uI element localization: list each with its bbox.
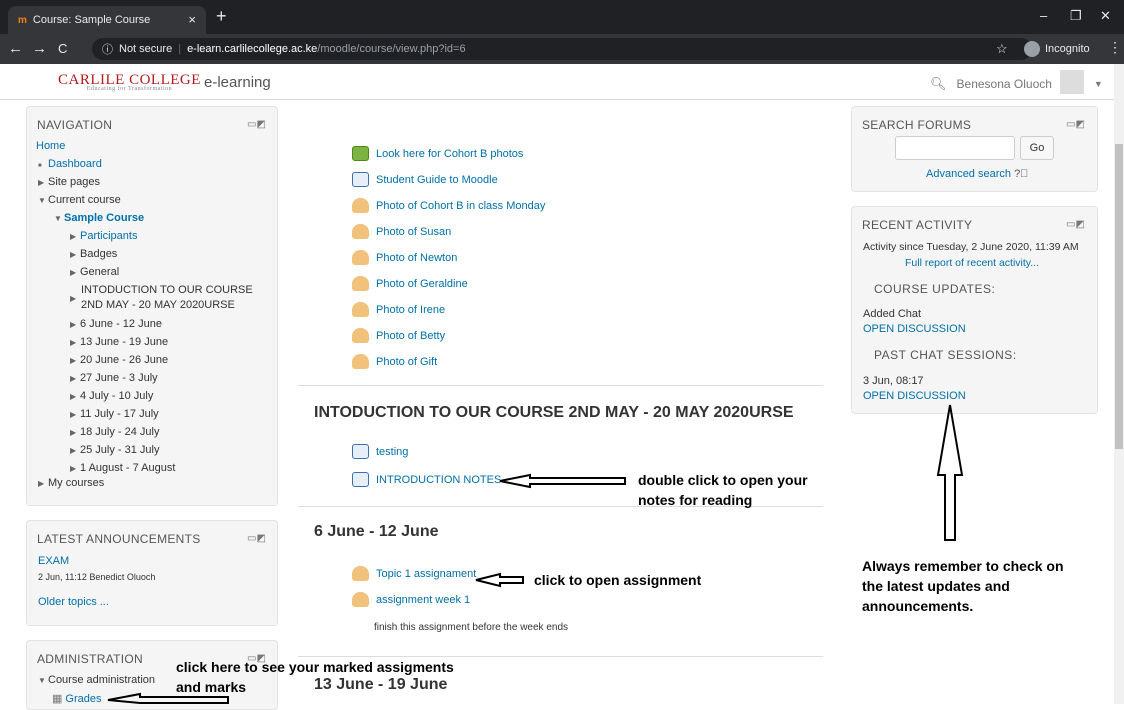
- annotation-notes: double click to open your notes for readi…: [638, 470, 808, 510]
- annotation-line: notes for reading: [638, 492, 753, 508]
- annotation-updates: Always remember to check on the latest up…: [862, 556, 1064, 616]
- annotation-line: click here to see your marked assigments: [176, 659, 454, 675]
- arrow-notes: [499, 473, 626, 489]
- annotation-line: the latest updates and: [862, 578, 1010, 594]
- annotation-line: and marks: [176, 679, 247, 695]
- arrow-updates: [936, 404, 964, 541]
- arrow-assignment: [475, 572, 524, 588]
- annotation-line: Always remember to check on: [862, 558, 1064, 574]
- annotation-line: announcements.: [862, 598, 974, 614]
- annotation-marks: click here to see your marked assigments…: [176, 657, 454, 697]
- annotation-assignment: click to open assignment: [534, 572, 702, 588]
- annotation-line: double click to open your: [638, 472, 808, 488]
